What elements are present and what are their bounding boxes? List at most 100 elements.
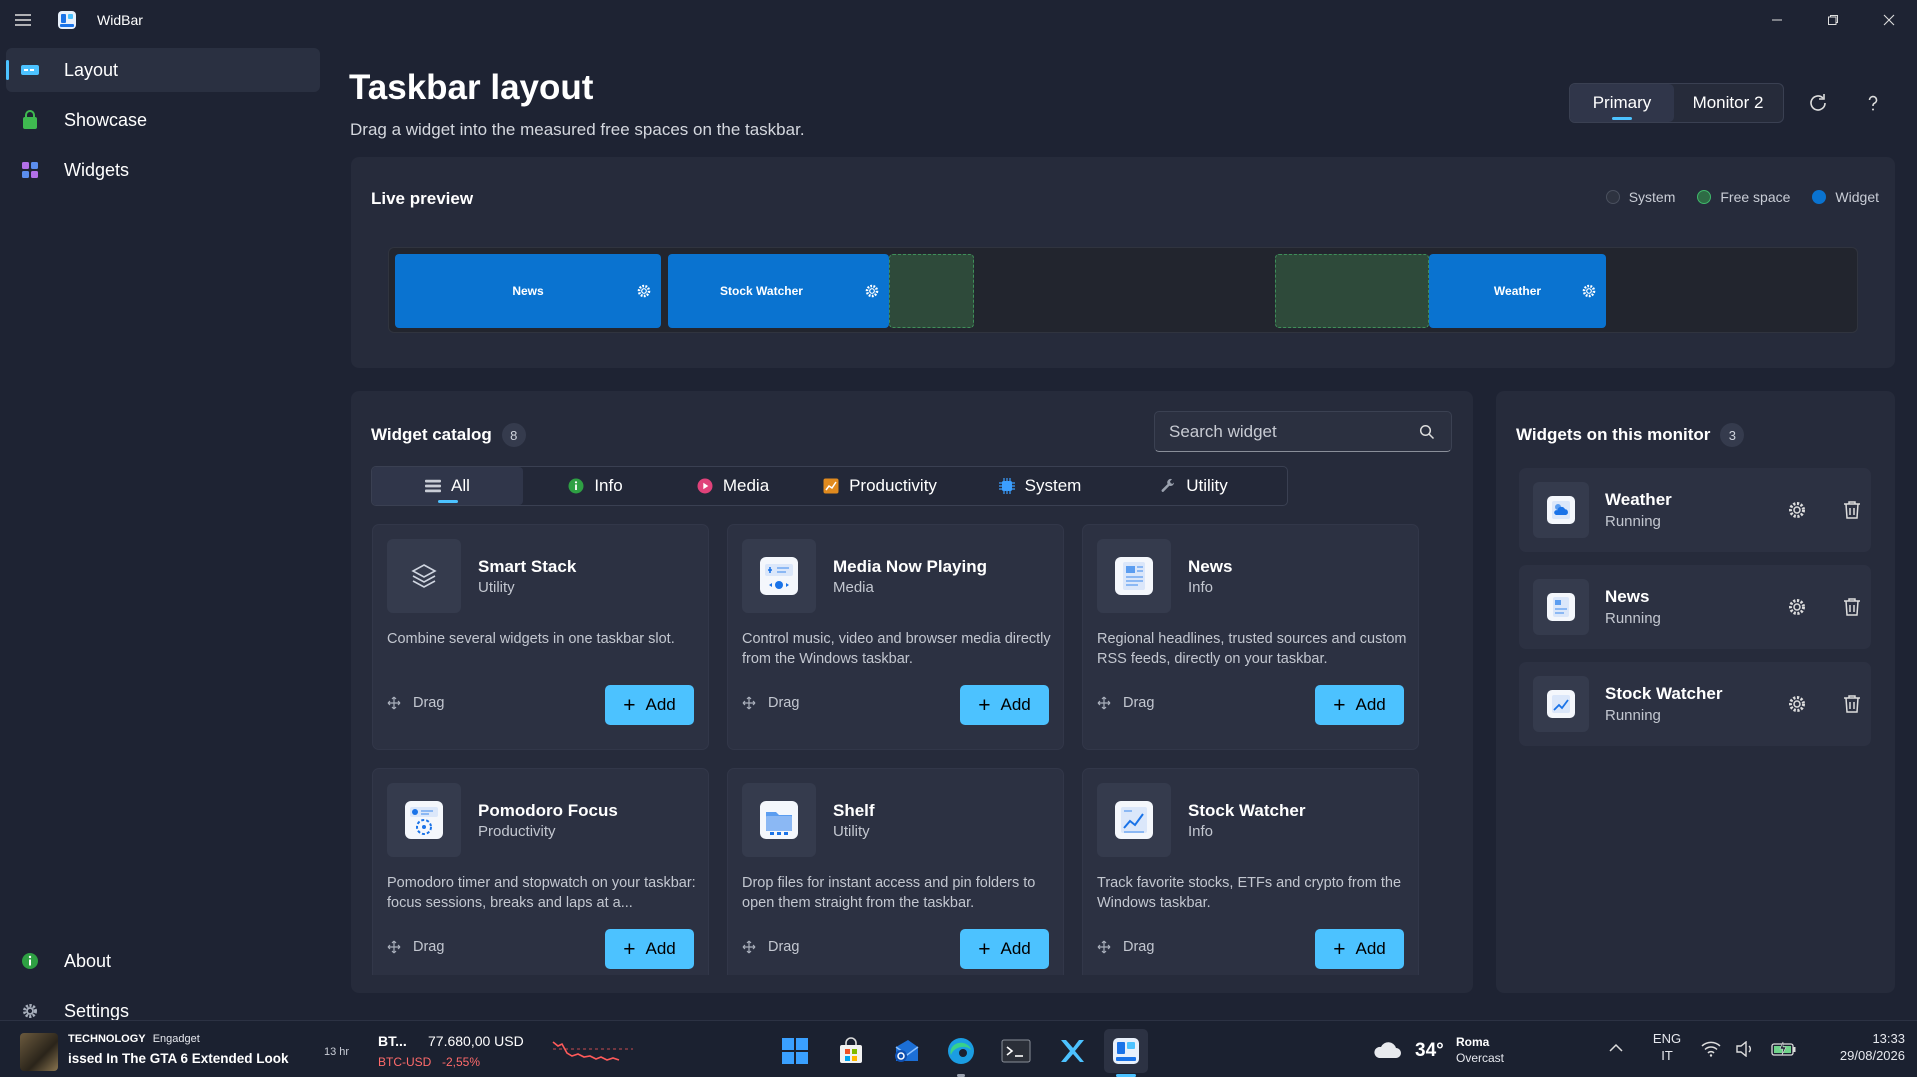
help-button[interactable] [1853,83,1893,123]
widget-delete-button[interactable] [1836,688,1868,720]
tab-productivity[interactable]: Productivity [798,467,962,505]
monitor-widget-status: Running [1605,707,1661,724]
widget-delete-button[interactable] [1836,494,1868,526]
monitor-tab-2[interactable]: Monitor 2 [1674,84,1782,122]
sidebar-item-layout[interactable]: Layout [6,48,320,92]
sidebar-item-label: Showcase [64,109,148,130]
monitor-widget-title: Stock Watcher [1605,684,1723,703]
stock-price: 77.680,00 USD [428,1033,524,1049]
edge-icon[interactable] [939,1029,983,1073]
sidebar-item-about[interactable]: About [6,939,320,983]
search-input[interactable]: Search widget [1154,411,1452,452]
tab-media[interactable]: Media [668,467,798,505]
widget-settings-button[interactable] [1781,591,1813,623]
widget-description: Drop files for instant access and pin fo… [742,875,1036,911]
refresh-button[interactable] [1798,83,1838,123]
add-button[interactable]: + Add [605,685,694,725]
legend-system: System [1605,189,1675,205]
start-icon[interactable] [773,1029,817,1073]
taskbar-weather-widget[interactable]: 34° Roma Overcast [1372,1031,1522,1071]
drag-handle[interactable]: Drag [1097,939,1154,955]
move-icon [387,940,401,954]
info-icon [20,951,40,971]
widget-settings-icon[interactable] [1580,282,1598,300]
language-indicator[interactable]: ENG IT [1651,1031,1683,1063]
tab-all[interactable]: All [372,467,523,505]
microsoft-store-icon[interactable] [829,1029,873,1073]
add-button[interactable]: + Add [960,685,1049,725]
wifi-icon[interactable] [1701,1041,1721,1062]
widget-settings-button[interactable] [1781,494,1813,526]
widget-settings-icon[interactable] [635,282,653,300]
trash-icon [1844,695,1860,713]
clock[interactable]: 13:33 29/08/2026 [1810,1031,1905,1063]
taskbar-news-widget[interactable]: TECHNOLOGY Engadget issed In The GTA 6 E… [20,1031,360,1071]
sidebar-item-widgets[interactable]: Widgets [6,148,320,192]
drag-handle[interactable]: Drag [387,695,444,711]
preview-widget-news[interactable]: News [395,254,661,328]
drag-handle[interactable]: Drag [742,695,799,711]
preview-widget-weather[interactable]: Weather [1429,254,1606,328]
widbar-app-icon[interactable] [1104,1029,1148,1073]
volume-icon[interactable] [1735,1040,1755,1062]
add-button[interactable]: + Add [960,929,1049,969]
chevron-up-icon[interactable] [1608,1041,1624,1059]
widget-card-media-now-playing: Media Now Playing Media Control music, v… [727,524,1064,750]
sidebar-item-showcase[interactable]: Showcase [6,98,320,142]
drag-handle[interactable]: Drag [742,939,799,955]
live-preview-title: Live preview [371,189,474,208]
list-icon [425,478,442,494]
preview-widget-stock-watcher[interactable]: Stock Watcher [668,254,889,328]
weather-app-icon [1533,482,1589,538]
monitor-selector: Primary Monitor 2 [1569,83,1784,123]
monitor-widget-stock-watcher: Stock Watcher Running [1519,662,1871,746]
trash-icon [1844,501,1860,519]
layers-icon [387,539,461,613]
tab-info[interactable]: Info [523,467,668,505]
outlook-icon[interactable] [884,1029,928,1073]
widget-category: Utility [478,579,515,596]
trash-icon [1844,598,1860,616]
drag-handle[interactable]: Drag [387,939,444,955]
minimize-button[interactable] [1749,0,1805,40]
news-thumbnail [20,1033,58,1071]
gear-icon [1789,696,1805,712]
monitor-tab-primary[interactable]: Primary [1570,84,1674,122]
shelf-app-icon [742,783,816,857]
taskbar-icon [20,60,40,80]
restore-button[interactable] [1805,0,1861,40]
terminal-icon[interactable] [994,1029,1038,1073]
news-age: 13 hr [324,1046,350,1058]
hamburger-menu-icon[interactable] [14,11,32,29]
battery-icon[interactable] [1771,1041,1797,1062]
sidebar-item-label: Settings [64,1000,130,1021]
add-button[interactable]: + Add [1315,685,1404,725]
close-button[interactable] [1861,0,1917,40]
play-icon [697,478,713,494]
news-source: Engadget [152,1033,200,1045]
taskbar-stock-widget[interactable]: BT... 77.680,00 USD BTC-USD -2,55% [378,1031,638,1071]
drag-handle[interactable]: Drag [1097,695,1154,711]
widget-category: Productivity [478,823,556,840]
info-icon [568,478,584,494]
add-button[interactable]: + Add [605,929,694,969]
move-icon [742,940,756,954]
widget-title: Shelf [833,801,875,820]
widget-settings-button[interactable] [1781,688,1813,720]
widget-title: Pomodoro Focus [478,801,618,820]
widget-category: Info [1188,823,1214,840]
add-button[interactable]: + Add [1315,929,1404,969]
x-app-icon[interactable] [1049,1029,1093,1073]
sidebar-item-label: About [64,950,112,971]
widget-settings-icon[interactable] [863,282,881,300]
tab-utility[interactable]: Utility [1118,467,1270,505]
news-app-icon [1097,539,1171,613]
tab-system[interactable]: System [962,467,1118,505]
chip-icon [998,478,1015,494]
catalog-scroll-area: Pomodoro Focus Productivity Pomodoro tim… [372,768,1422,975]
chart-icon [823,478,839,494]
widget-delete-button[interactable] [1836,591,1868,623]
search-icon[interactable] [1419,424,1435,445]
help-icon [1868,95,1878,111]
clock-time: 13:33 [1872,1031,1905,1046]
